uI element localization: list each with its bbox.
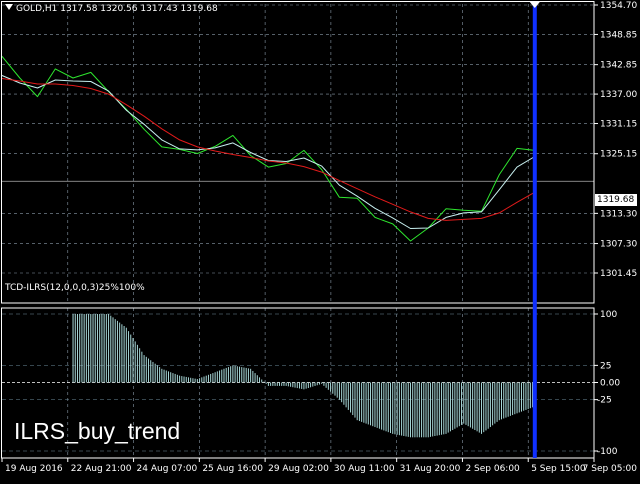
indicator-title: TCD-ILRS(12,0,0,0,3)25%100%: [5, 283, 145, 293]
price-tick-label: 1307.30: [600, 240, 637, 250]
main-pane-frame: [1, 1, 595, 304]
time-tick-label: 7 Sep 05:00: [583, 464, 638, 474]
current-price-tag: 1319.68: [595, 194, 637, 206]
price-tick-label: 1301.45: [600, 269, 637, 279]
indicator-tick-label: 100: [600, 310, 617, 320]
fast-average-line: [1, 75, 536, 229]
indicator-tick-label: 0.00: [600, 379, 620, 389]
chart-svg: 1354.70 1348.85 1342.85 1337.00 1331.15 1325.…: [1, 1, 638, 474]
symbol-info: GOLD,H1 1317.58 1320.56 1317.43 1319.68: [5, 4, 218, 14]
time-tick-label: 29 Aug 02:00: [268, 464, 329, 474]
indicator-tick-label: -25: [597, 396, 612, 406]
price-tick-label: 1331.15: [600, 120, 637, 130]
price-tick-label: 1313.30: [600, 209, 637, 219]
collapse-triangle-icon[interactable]: [5, 4, 13, 10]
time-tick-label: 25 Aug 16:00: [202, 464, 263, 474]
time-tick-label: 2 Sep 06:00: [465, 464, 520, 474]
chart-frames: [1, 1, 595, 459]
slow-average-line: [1, 78, 536, 221]
price-tick-label: 1354.70: [600, 1, 637, 11]
chart-root: 1354.70 1348.85 1342.85 1337.00 1331.15 1325.…: [0, 0, 640, 480]
indicator-tick-label: -100: [597, 447, 618, 457]
vertical-marker-bar: [532, 2, 537, 458]
annotation-label: ILRS_buy_trend: [14, 418, 181, 444]
time-tick-label: 30 Aug 11:00: [334, 464, 395, 474]
chart-title: GOLD,H1 1317.58 1320.56 1317.43 1319.68: [16, 4, 218, 14]
time-tick-label: 19 Aug 2016: [5, 464, 63, 474]
price-tick-label: 1342.85: [600, 61, 637, 71]
time-tick-label: 31 Aug 20:00: [400, 464, 461, 474]
axis-labels: 1354.70 1348.85 1342.85 1337.00 1331.15 1325.…: [1, 1, 638, 474]
time-tick-label: 5 Sep 15:00: [531, 464, 586, 474]
main-grid: [2, 4, 594, 303]
time-tick-label: 22 Aug 21:00: [71, 464, 132, 474]
indicator-tick-label: 25: [600, 361, 611, 371]
price-tick-label: 1337.00: [600, 90, 637, 100]
vertical-marker: [529, 2, 540, 458]
price-tick-label: 1348.85: [600, 30, 637, 40]
price-tick-label: 1325.15: [600, 150, 637, 160]
time-tick-label: 24 Aug 07:00: [137, 464, 198, 474]
